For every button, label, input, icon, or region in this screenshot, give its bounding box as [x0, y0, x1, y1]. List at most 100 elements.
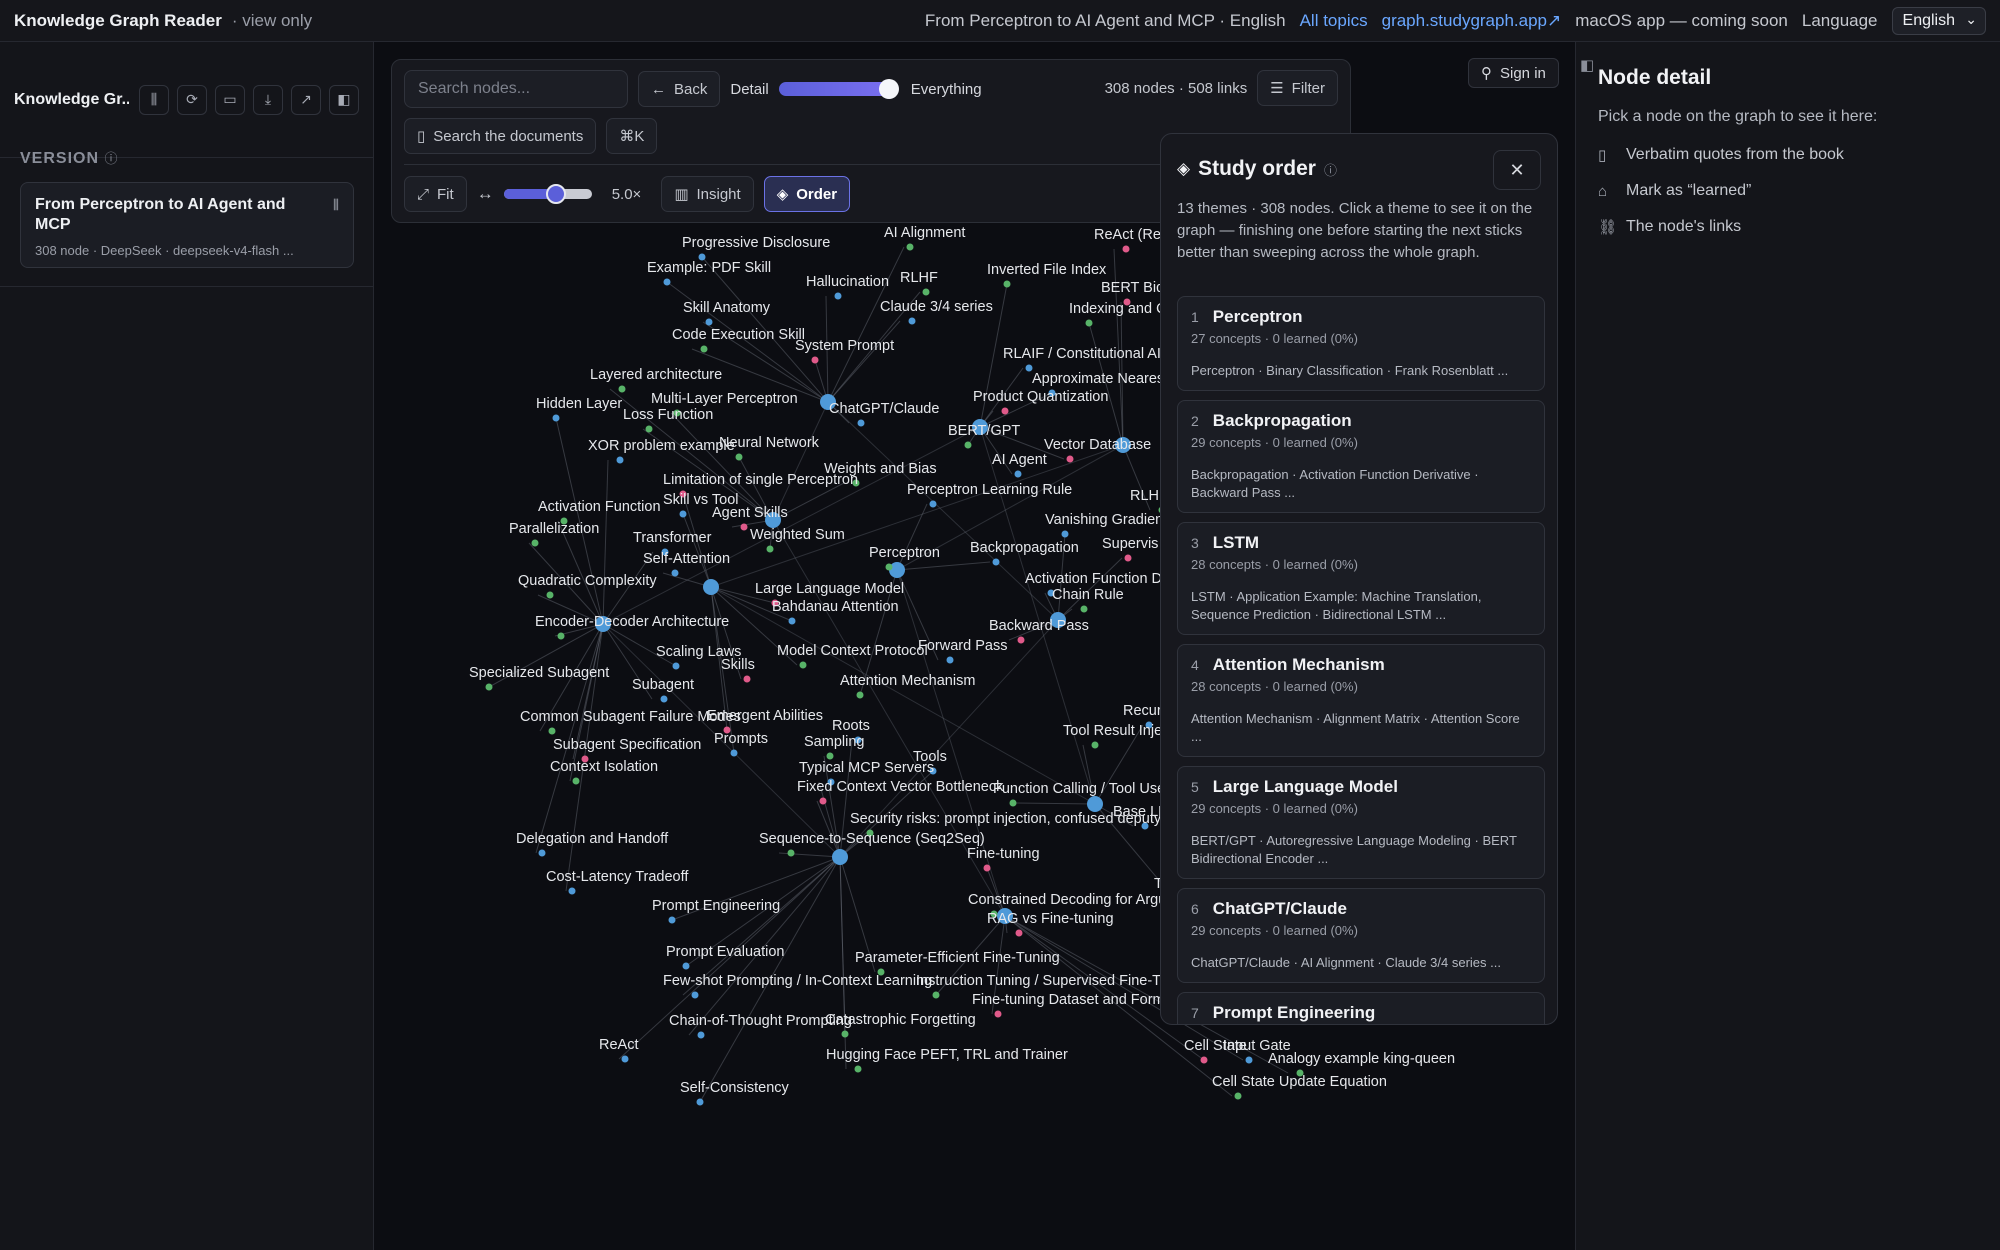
graph-node[interactable] — [1234, 1092, 1242, 1100]
graph-node-label[interactable]: Forward Pass — [918, 638, 1007, 654]
graph-node[interactable] — [671, 569, 679, 577]
graph-node-label[interactable]: Bahdanau Attention — [772, 599, 899, 615]
zoom-slider[interactable] — [503, 184, 592, 204]
graph-node[interactable] — [1003, 280, 1011, 288]
graph-node-label[interactable]: Cost-Latency Tradeoff — [546, 869, 689, 885]
graph-node-label[interactable]: Example: PDF Skill — [647, 260, 771, 276]
graph-node-label[interactable]: Fixed Context Vector Bottleneck — [797, 779, 1004, 795]
graph-node-label[interactable]: Skill Anatomy — [683, 300, 771, 316]
graph-node[interactable] — [682, 962, 690, 970]
graph-node-label[interactable]: ChatGPT/Claude — [829, 401, 939, 417]
filter-button[interactable]: ☰ Filter — [1257, 70, 1338, 106]
graph-node[interactable] — [799, 661, 807, 669]
graph-node[interactable] — [983, 864, 991, 872]
theme-card[interactable]: 7 Prompt Engineering — [1177, 992, 1545, 1024]
graph-node-label[interactable]: Function Calling / Tool Use — [993, 781, 1165, 797]
graph-node-label[interactable]: Inverted File Index — [987, 262, 1107, 278]
graph-node[interactable] — [552, 414, 560, 422]
graph-node-label[interactable]: Instruction Tuning / Supervised Fine-Tun… — [916, 973, 1196, 989]
theme-card[interactable]: 2 Backpropagation 29 concepts · 0 learned … — [1177, 400, 1545, 513]
graph-node[interactable] — [1122, 245, 1130, 253]
detail-slider[interactable] — [778, 79, 899, 99]
refresh-icon[interactable]: ⟳ — [177, 84, 207, 115]
graph-node[interactable] — [964, 441, 972, 449]
graph-node-label[interactable]: Sampling — [804, 734, 864, 750]
panel-toggle-icon[interactable]: ◧ — [1580, 56, 1594, 74]
graph-node[interactable] — [856, 691, 864, 699]
graph-node[interactable] — [621, 1055, 629, 1063]
graph-node[interactable] — [679, 510, 687, 518]
all-topics-link[interactable]: All topics — [1300, 11, 1368, 31]
graph-node[interactable] — [908, 317, 916, 325]
graph-node[interactable] — [906, 243, 914, 251]
external-link-icon[interactable]: ↗ — [291, 84, 321, 115]
graph-node[interactable] — [1091, 741, 1099, 749]
graph-hub-node[interactable] — [1087, 796, 1103, 812]
graph-node[interactable] — [616, 456, 624, 464]
graph-node-label[interactable]: Model Context Protocol — [777, 643, 928, 659]
graph-node-label[interactable]: Product Quantization — [973, 389, 1108, 405]
graph-node[interactable] — [696, 1098, 704, 1106]
graph-node-label[interactable]: Hidden Layer — [536, 396, 622, 412]
graph-node-label[interactable]: Prompts — [714, 731, 768, 747]
graph-node-label[interactable]: Large Language Model — [755, 581, 904, 597]
graph-node[interactable] — [1080, 605, 1088, 613]
graph-node-label[interactable]: Chain Rule — [1052, 587, 1124, 603]
graph-node-label[interactable]: Quadratic Complexity — [518, 573, 657, 589]
graph-node[interactable] — [485, 683, 493, 691]
graph-node-label[interactable]: Weighted Sum — [750, 527, 845, 543]
graph-node-label[interactable]: Typical MCP Servers — [799, 760, 934, 776]
search-nodes-input[interactable]: Search nodes... — [404, 70, 628, 108]
version-card[interactable]: From Perceptron to AI Agent and MCP 308 … — [20, 182, 354, 268]
graph-node[interactable] — [929, 500, 937, 508]
graph-node[interactable] — [834, 292, 842, 300]
graph-node-label[interactable]: Progressive Disclosure — [682, 235, 830, 251]
graph-node-label[interactable]: ReAct — [599, 1037, 639, 1053]
graph-node[interactable] — [538, 849, 546, 857]
graph-node-label[interactable]: Perceptron Learning Rule — [907, 482, 1072, 498]
graph-node-label[interactable]: Context Isolation — [550, 759, 658, 775]
graph-node[interactable] — [735, 453, 743, 461]
graph-node-label[interactable]: Specialized Subagent — [469, 665, 609, 681]
graph-node-label[interactable]: Subagent Specification — [553, 737, 701, 753]
graph-node-label[interactable]: Hallucination — [806, 274, 889, 290]
graph-node-label[interactable]: Fine-tuning Dataset and Formats — [972, 992, 1184, 1008]
sign-in-button[interactable]: ⚲ Sign in — [1468, 58, 1559, 88]
theme-card[interactable]: 6 ChatGPT/Claude 29 concepts · 0 learned (… — [1177, 888, 1545, 983]
graph-node-label[interactable]: Code Execution Skill — [672, 327, 805, 343]
graph-node[interactable] — [568, 887, 576, 895]
graph-node-label[interactable]: Supervis — [1102, 536, 1158, 552]
graph-hub-node[interactable] — [889, 562, 905, 578]
graph-node[interactable] — [740, 523, 748, 531]
graph-node-label[interactable]: BERT/GPT — [948, 423, 1020, 439]
graph-node-label[interactable]: Perceptron — [869, 545, 940, 561]
close-button[interactable]: ✕ — [1493, 150, 1541, 190]
graph-node[interactable] — [572, 777, 580, 785]
graph-node-label[interactable]: Catastrophic Forgetting — [825, 1012, 976, 1028]
graph-node[interactable] — [1009, 799, 1017, 807]
fit-button[interactable]: ⤢ Fit — [404, 176, 467, 212]
graph-node[interactable] — [992, 558, 1000, 566]
graph-node-label[interactable]: Self-Attention — [643, 551, 730, 567]
graph-node[interactable] — [548, 727, 556, 735]
graph-node[interactable] — [691, 991, 699, 999]
graph-node[interactable] — [1015, 929, 1023, 937]
back-button[interactable]: ← Back — [638, 71, 721, 107]
theme-card[interactable]: 5 Large Language Model 29 concepts · 0 lea… — [1177, 766, 1545, 879]
graph-node[interactable] — [531, 539, 539, 547]
graph-node-label[interactable]: Roots — [832, 718, 870, 734]
graph-node[interactable] — [932, 991, 940, 999]
library-icon[interactable]: ⫼ — [139, 84, 169, 115]
graph-node[interactable] — [1200, 1056, 1208, 1064]
graph-node-label[interactable]: Hugging Face PEFT, TRL and Trainer — [826, 1047, 1068, 1063]
graph-hub-node[interactable] — [832, 849, 848, 865]
graph-node-label[interactable]: Encoder-Decoder Architecture — [535, 614, 729, 630]
graph-node-label[interactable]: Delegation and Handoff — [516, 831, 669, 847]
theme-card[interactable]: 1 Perceptron 27 concepts · 0 learned (0%) P… — [1177, 296, 1545, 391]
graph-node[interactable] — [1014, 470, 1022, 478]
graph-node[interactable] — [672, 662, 680, 670]
graph-node-label[interactable]: Claude 3/4 series — [880, 299, 993, 315]
graph-node-label[interactable]: Attention Mechanism — [840, 673, 975, 689]
graph-node[interactable] — [1061, 530, 1069, 538]
order-button[interactable]: ◈ Order — [763, 176, 851, 212]
